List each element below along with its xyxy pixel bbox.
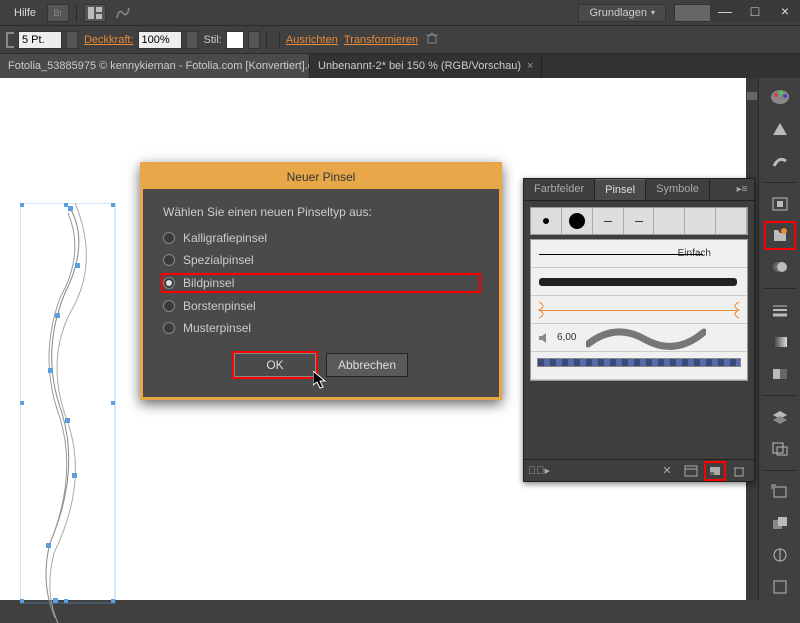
transform-link[interactable]: Transformieren bbox=[344, 34, 418, 46]
opacity-input[interactable] bbox=[138, 31, 182, 49]
brush-list-item[interactable]: 6,00 bbox=[531, 324, 747, 352]
dialog-prompt: Wählen Sie einen neuen Pinseltyp aus: bbox=[163, 205, 479, 219]
stroke-icon[interactable] bbox=[766, 297, 794, 323]
brush-thumb[interactable] bbox=[685, 208, 716, 234]
tab-symbols[interactable]: Symbole bbox=[646, 179, 710, 200]
ok-button[interactable]: OK bbox=[234, 353, 316, 377]
symbols-icon[interactable] bbox=[766, 191, 794, 217]
brush-size-value: 6,00 bbox=[557, 332, 576, 343]
new-brush-dialog: Neuer Pinsel Wählen Sie einen neuen Pins… bbox=[140, 162, 502, 400]
gpu-icon[interactable] bbox=[112, 4, 134, 22]
new-brush-icon[interactable] bbox=[706, 463, 724, 479]
brush-thumb[interactable] bbox=[562, 208, 593, 234]
brushes-icon[interactable] bbox=[766, 148, 794, 174]
brush-thumb[interactable] bbox=[593, 208, 624, 234]
tab-swatches[interactable]: Farbfelder bbox=[524, 179, 595, 200]
workspace-label: Grundlagen bbox=[589, 7, 647, 19]
panel-footer: �꯭▸ ✕ bbox=[524, 459, 754, 481]
brush-list-item[interactable] bbox=[531, 296, 747, 324]
radio-label: Kalligrafiepinsel bbox=[183, 231, 267, 245]
libraries-icon[interactable] bbox=[766, 223, 794, 249]
artwork-paths bbox=[20, 203, 130, 623]
stroke-weight-input[interactable] bbox=[18, 31, 62, 49]
style-swatch[interactable] bbox=[226, 31, 244, 49]
library-menu-icon[interactable]: �꯭▸ bbox=[530, 463, 548, 479]
brush-thumb[interactable] bbox=[531, 208, 562, 234]
radio-pattern[interactable]: Musterpinsel bbox=[163, 321, 479, 335]
radio-label: Musterpinsel bbox=[183, 321, 251, 335]
artboards-icon[interactable] bbox=[766, 436, 794, 462]
minimize-button[interactable]: — bbox=[710, 0, 740, 22]
transform-icon[interactable] bbox=[766, 542, 794, 568]
color-panel-icon[interactable] bbox=[766, 84, 794, 110]
radio-label: Borstenpinsel bbox=[183, 299, 256, 313]
brush-thumb[interactable] bbox=[624, 208, 655, 234]
delete-brush-icon[interactable] bbox=[730, 463, 748, 479]
align-icon[interactable] bbox=[766, 479, 794, 505]
brush-list: Einfach 6,00 bbox=[530, 239, 748, 381]
radio-calligraphy[interactable]: Kalligrafiepinsel bbox=[163, 231, 479, 245]
help-menu[interactable]: Hilfe bbox=[6, 3, 44, 23]
tab-title: Fotolia_53885975 © kennykiernan - Fotoli… bbox=[8, 60, 310, 72]
cancel-button[interactable]: Abbrechen bbox=[326, 353, 408, 377]
transparency-icon[interactable] bbox=[766, 361, 794, 387]
isolate-icon[interactable] bbox=[424, 31, 440, 48]
dialog-title: Neuer Pinsel bbox=[143, 165, 499, 189]
brush-thumb[interactable] bbox=[716, 208, 747, 234]
gradient-icon[interactable] bbox=[766, 329, 794, 355]
brush-thumbnails-row bbox=[530, 207, 748, 235]
brush-list-item[interactable]: Einfach bbox=[531, 240, 747, 268]
radio-label: Bildpinsel bbox=[183, 276, 234, 290]
radio-art[interactable]: Bildpinsel bbox=[163, 275, 479, 291]
menu-bar: Hilfe Br Grundlagen ▾ bbox=[0, 0, 800, 26]
pathfinder-icon[interactable] bbox=[766, 511, 794, 537]
radio-scatter[interactable]: Spezialpinsel bbox=[163, 253, 479, 267]
anchor-icon bbox=[6, 32, 14, 48]
panel-menu-icon[interactable]: ▸≡ bbox=[730, 179, 754, 200]
brush-type-radio-group: Kalligrafiepinsel Spezialpinsel Bildpins… bbox=[163, 231, 479, 335]
brush-list-item[interactable] bbox=[531, 268, 747, 296]
style-dropdown[interactable] bbox=[248, 31, 260, 49]
arrange-docs-icon[interactable] bbox=[84, 4, 106, 22]
chevron-down-icon: ▾ bbox=[651, 8, 655, 17]
align-link[interactable]: Ausrichten bbox=[286, 34, 338, 46]
options-bar: Deckkraft: Stil: Ausrichten Transformier… bbox=[0, 26, 800, 54]
brush-thumb[interactable] bbox=[654, 208, 685, 234]
document-tab[interactable]: Fotolia_53885975 © kennykiernan - Fotoli… bbox=[0, 54, 310, 78]
document-tabs: Fotolia_53885975 © kennykiernan - Fotoli… bbox=[0, 54, 800, 78]
right-panel-dock bbox=[758, 78, 800, 600]
close-icon[interactable]: × bbox=[527, 60, 533, 72]
actions-icon[interactable] bbox=[766, 574, 794, 600]
opacity-dropdown[interactable] bbox=[186, 31, 198, 49]
maximize-button[interactable]: □ bbox=[740, 0, 770, 22]
brushes-panel: Farbfelder Pinsel Symbole ▸≡ Einfach bbox=[523, 178, 755, 482]
layers-icon[interactable] bbox=[766, 404, 794, 430]
workspace-switcher[interactable]: Grundlagen ▾ bbox=[578, 4, 666, 22]
document-tab[interactable]: Unbenannt-2* bei 150 % (RGB/Vorschau) × bbox=[310, 54, 542, 78]
style-label: Stil: bbox=[204, 34, 222, 46]
tab-title: Unbenannt-2* bei 150 % (RGB/Vorschau) bbox=[318, 60, 521, 72]
radio-bristle[interactable]: Borstenpinsel bbox=[163, 299, 479, 313]
opacity-label[interactable]: Deckkraft: bbox=[84, 34, 134, 46]
brush-options-icon[interactable] bbox=[682, 463, 700, 479]
bridge-icon[interactable]: Br bbox=[47, 4, 69, 22]
close-window-button[interactable]: × bbox=[770, 0, 800, 22]
stroke-weight-dropdown[interactable] bbox=[66, 31, 78, 49]
remove-stroke-icon[interactable]: ✕ bbox=[658, 463, 676, 479]
brush-list-item[interactable] bbox=[531, 352, 747, 380]
appearance-icon[interactable] bbox=[766, 254, 794, 280]
radio-label: Spezialpinsel bbox=[183, 253, 254, 267]
tab-brushes[interactable]: Pinsel bbox=[595, 179, 646, 200]
speaker-icon bbox=[537, 331, 551, 345]
swatches-icon[interactable] bbox=[766, 116, 794, 142]
